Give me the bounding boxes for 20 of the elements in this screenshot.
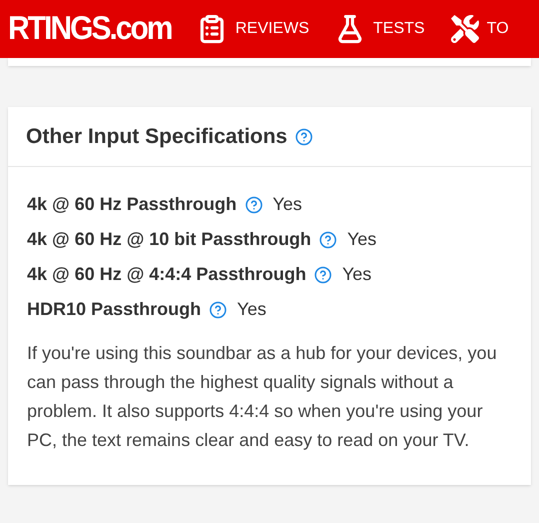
help-icon[interactable] [314,266,332,284]
spec-label: 4k @ 60 Hz @ 10 bit Passthrough [27,228,312,251]
help-icon[interactable] [209,300,228,318]
spec-label: HDR10 Passthrough [27,298,202,321]
spec-value: Yes [342,263,372,286]
spec-value: Yes [237,298,266,321]
nav-link[interactable]: REVIEWS [197,14,310,44]
description: If you're using this soundbar as a hub for your devices, you can pass through the highest quality signals without a problem. It also supports 4:4:4 so when you're using your PC, the text remains clear and easy to read on your TV. [27,342,498,452]
spec-label: 4k @ 60 Hz Passthrough [27,193,237,216]
nav-link[interactable]: TESTS [335,14,425,44]
spec-value: Yes [272,193,302,216]
tools-icon [450,15,479,43]
help-icon[interactable] [295,128,314,146]
spec-label: 4k @ 60 Hz @ 4:4:4 Passthrough [27,263,306,286]
help-icon[interactable] [244,196,263,214]
card-title: Other Input Specifications [26,124,288,150]
spec-value: Yes [347,228,377,251]
logo[interactable]: RTINGS.com [8,12,172,46]
help-icon[interactable] [319,230,338,248]
nav-link[interactable]: TO [450,15,509,43]
